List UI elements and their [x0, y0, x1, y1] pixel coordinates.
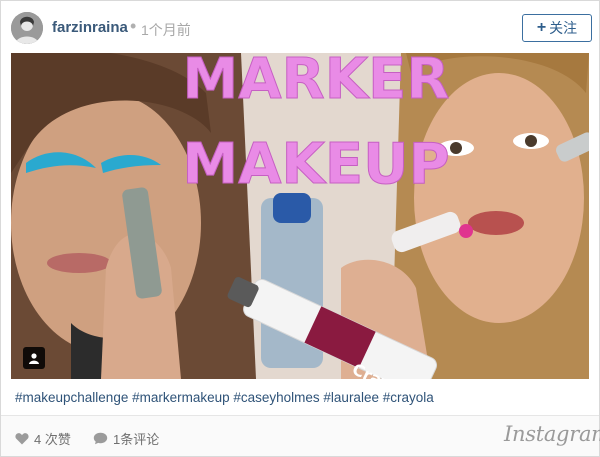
likes-label: 4 次赞	[34, 432, 71, 447]
title-line-2: MAKEUP	[182, 132, 449, 197]
avatar[interactable]	[11, 12, 43, 44]
post-footer: 4 次赞 1条评论 Instagram	[1, 416, 600, 456]
comment-icon	[93, 432, 108, 445]
plus-icon: +	[536, 19, 547, 36]
follow-label: 关注	[549, 20, 578, 36]
instagram-logo[interactable]: Instagram	[504, 422, 600, 446]
likes-count[interactable]: 4 次赞	[15, 429, 71, 448]
follow-button[interactable]: + 关注	[522, 14, 592, 42]
post-time[interactable]: 1个月前	[141, 20, 191, 40]
post-header: farzinraina • 1个月前 + 关注	[1, 1, 599, 53]
post-image-art: MARKER MAKEUP Crayola	[11, 53, 589, 379]
post-caption[interactable]: #makeupchallenge #markermakeup #caseyhol…	[15, 390, 434, 405]
separator-dot: •	[130, 16, 137, 36]
comments-count[interactable]: 1条评论	[93, 429, 159, 448]
post-image[interactable]: MARKER MAKEUP Crayola	[11, 53, 589, 379]
heart-icon	[15, 433, 29, 445]
user-tag-icon[interactable]	[23, 347, 45, 369]
instagram-embed-card: farzinraina • 1个月前 + 关注 MARKER MAKEUP #m…	[0, 0, 600, 457]
comments-label: 1条评论	[113, 432, 160, 447]
title-line-1: MARKER	[183, 53, 450, 112]
username-link[interactable]: farzinraina	[52, 19, 128, 36]
